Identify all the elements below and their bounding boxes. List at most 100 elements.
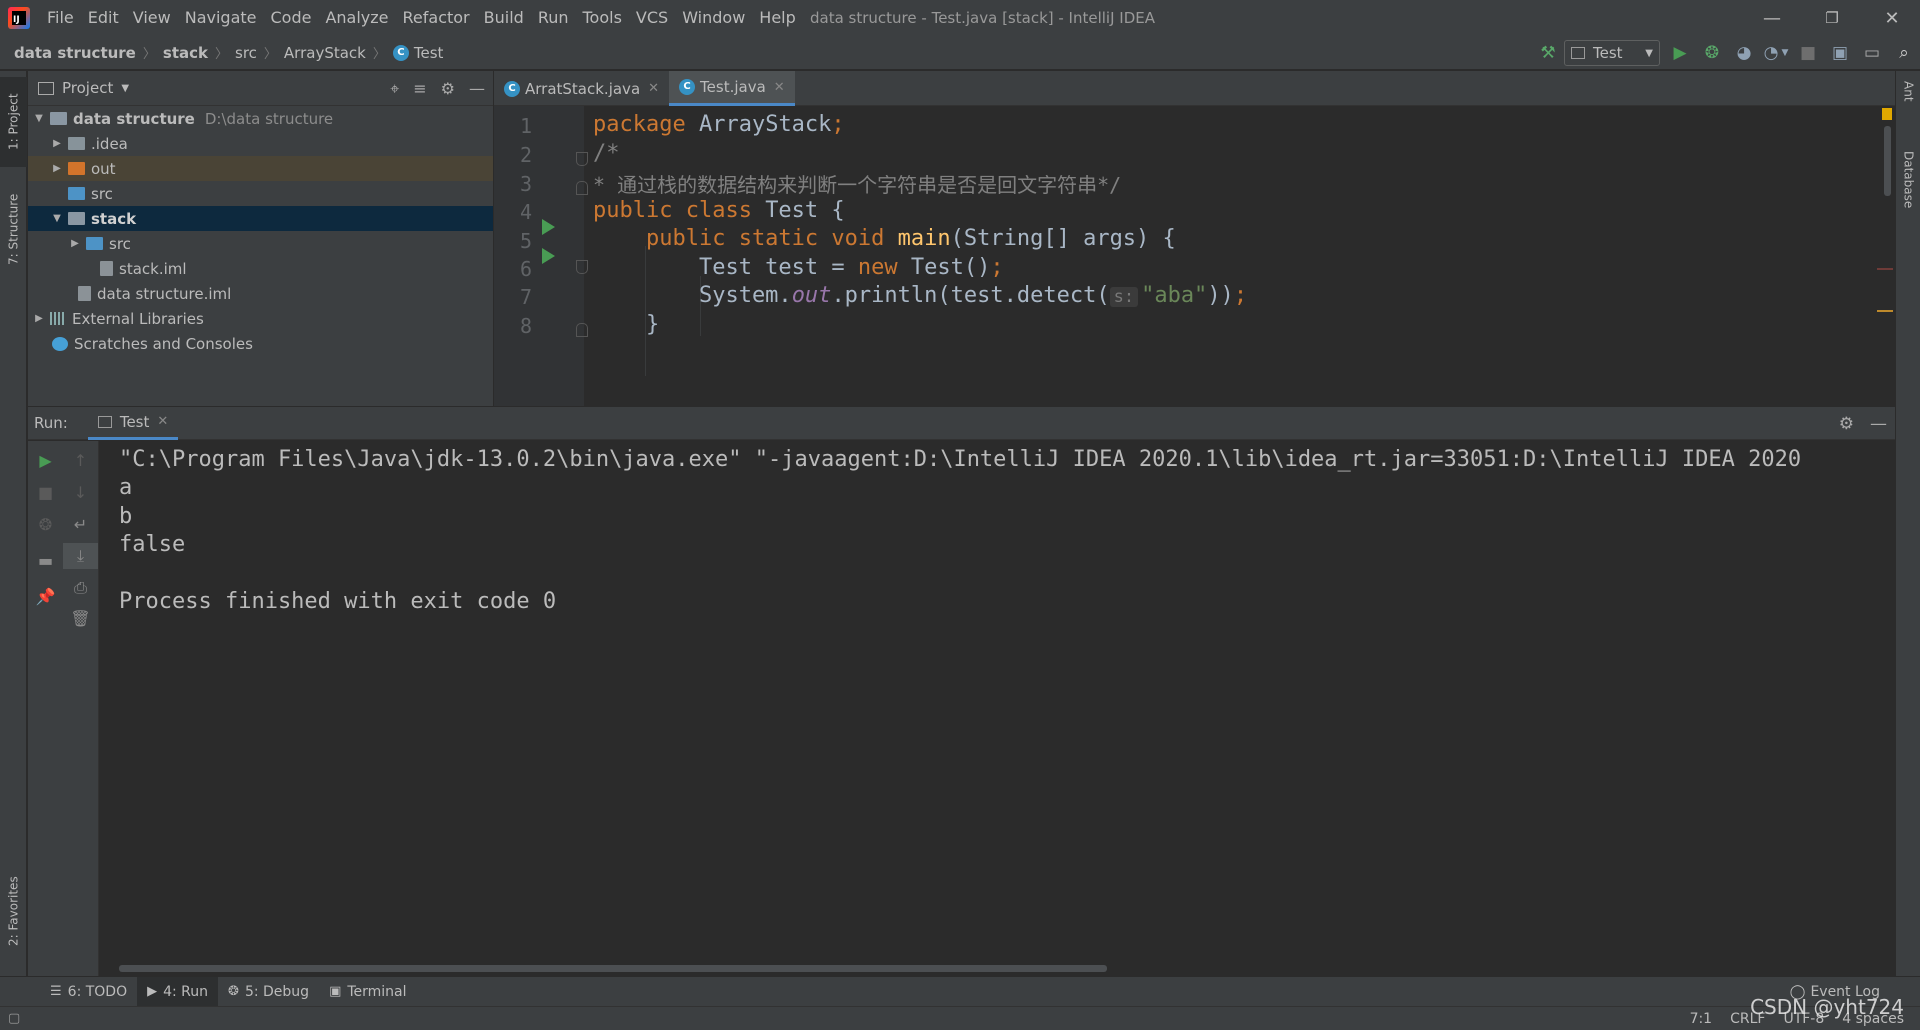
stop-icon[interactable]: ■: [1792, 36, 1824, 70]
tree-item-stack[interactable]: ▼ stack: [28, 206, 493, 231]
gear-icon[interactable]: ⚙: [441, 79, 455, 98]
console-output[interactable]: "C:\Program Files\Java\jdk-13.0.2\bin\ja…: [100, 441, 1895, 976]
tree-item-scratches[interactable]: Scratches and Consoles: [28, 331, 493, 356]
menu-refactor[interactable]: Refactor: [396, 0, 477, 36]
menu-window[interactable]: Window: [675, 0, 752, 36]
breadcrumb-package[interactable]: ArrayStack: [284, 44, 366, 62]
run-tab-test[interactable]: Test ✕: [87, 406, 179, 440]
up-arrow-icon[interactable]: ↑: [63, 447, 98, 473]
menu-tools[interactable]: Tools: [576, 0, 629, 36]
breadcrumb-module[interactable]: stack: [163, 44, 208, 62]
coverage-icon[interactable]: ◕: [1728, 36, 1760, 70]
breadcrumb-project[interactable]: data structure: [14, 44, 136, 62]
tool-tab-todo[interactable]: ☰ 6: TODO: [40, 977, 137, 1007]
close-icon[interactable]: ✕: [774, 80, 785, 95]
tool-tab-database[interactable]: Database: [1896, 151, 1920, 241]
collapse-all-icon[interactable]: ≡: [413, 79, 426, 98]
intellij-logo-icon[interactable]: IJ: [8, 7, 30, 29]
project-structure-icon[interactable]: ▣: [1824, 36, 1856, 70]
tool-tab-favorites[interactable]: 2: Favorites: [0, 861, 27, 961]
menu-navigate[interactable]: Navigate: [178, 0, 264, 36]
gear-icon[interactable]: ⚙: [1839, 414, 1854, 434]
tree-item-stack-src[interactable]: ▶ src: [28, 231, 493, 256]
run-main-gutter-icon[interactable]: [542, 248, 555, 264]
close-icon[interactable]: ✕: [648, 81, 659, 96]
tree-item-stack-iml[interactable]: stack.iml: [28, 256, 493, 281]
trash-icon[interactable]: 🗑: [63, 605, 98, 631]
warning-indicator-icon[interactable]: [1882, 108, 1892, 120]
hide-icon[interactable]: —: [1870, 414, 1887, 434]
close-icon[interactable]: ✕: [1864, 0, 1920, 36]
editor-scrollbar[interactable]: [1877, 106, 1895, 406]
code-line-1: package ArrayStack;: [593, 112, 845, 137]
fold-icon[interactable]: [576, 181, 588, 195]
tool-tab-debug[interactable]: ❂ 5: Debug: [218, 977, 319, 1007]
minimize-icon[interactable]: —: [1744, 0, 1800, 36]
tree-item-out[interactable]: ▶ out: [28, 156, 493, 181]
fold-icon[interactable]: [576, 152, 588, 166]
tool-tab-project[interactable]: 1: Project: [0, 77, 27, 167]
close-icon[interactable]: ✕: [157, 414, 168, 429]
scrollbar-thumb[interactable]: [1884, 126, 1891, 196]
debug-icon[interactable]: ❂: [1696, 36, 1728, 70]
stop-icon[interactable]: ■: [28, 479, 63, 505]
run-icon[interactable]: ▶: [1664, 36, 1696, 70]
build-hammer-icon[interactable]: ⚒: [1532, 36, 1564, 70]
menu-help[interactable]: Help: [752, 0, 802, 36]
menu-build[interactable]: Build: [477, 0, 531, 36]
error-stripe[interactable]: [1877, 268, 1893, 270]
warning-stripe[interactable]: [1877, 310, 1893, 312]
tree-item-data-structure-iml[interactable]: data structure.iml: [28, 281, 493, 306]
menu-view[interactable]: View: [126, 0, 178, 36]
collapse-arrow-icon[interactable]: ▶: [68, 238, 82, 249]
profile-icon[interactable]: ◔ ▼: [1760, 36, 1792, 70]
menu-edit[interactable]: Edit: [81, 0, 126, 36]
restore-layout-icon[interactable]: ▬: [28, 547, 63, 573]
menu-file[interactable]: File: [40, 0, 81, 36]
code-editor[interactable]: 1 2 3 4 5 6 7 8 package ArrayStack; /* *…: [494, 106, 1895, 406]
run-class-gutter-icon[interactable]: [542, 219, 555, 235]
tree-item-data-structure[interactable]: ▼ data structure D:\data structure: [28, 106, 493, 131]
tree-item-src[interactable]: src: [28, 181, 493, 206]
collapse-arrow-icon[interactable]: ▶: [50, 138, 64, 149]
caret-down-icon[interactable]: ▼: [121, 83, 129, 94]
breadcrumb-class[interactable]: Test: [414, 44, 444, 62]
toggle-tool-windows-icon[interactable]: ▢: [8, 1011, 20, 1026]
collapse-arrow-icon[interactable]: ▶: [32, 313, 46, 324]
tree-item-idea[interactable]: ▶ .idea: [28, 131, 493, 156]
tool-tab-terminal[interactable]: ▣ Terminal: [319, 977, 416, 1007]
search-icon[interactable]: ⌕: [1888, 36, 1920, 70]
project-panel-title[interactable]: Project: [62, 79, 113, 97]
horizontal-scrollbar[interactable]: [119, 965, 1107, 972]
expand-arrow-icon[interactable]: ▼: [32, 113, 46, 124]
locate-icon[interactable]: ⌖: [390, 79, 399, 99]
expand-arrow-icon[interactable]: ▼: [50, 213, 64, 224]
caret-position[interactable]: 7:1: [1690, 1011, 1713, 1027]
menu-analyze[interactable]: Analyze: [318, 0, 395, 36]
soft-wrap-icon[interactable]: ↵: [63, 511, 98, 537]
fold-icon[interactable]: [576, 260, 588, 274]
tab-test-java[interactable]: C Test.java ✕: [669, 71, 795, 106]
menu-code[interactable]: Code: [264, 0, 319, 36]
menu-run[interactable]: Run: [531, 0, 576, 36]
pin-icon[interactable]: 📌: [28, 583, 63, 609]
run-config-select[interactable]: Test ▼: [1564, 40, 1660, 66]
restore-icon[interactable]: ❐: [1804, 0, 1860, 36]
breadcrumb-src[interactable]: src: [235, 44, 257, 62]
hide-icon[interactable]: —: [469, 79, 485, 98]
menu-vcs[interactable]: VCS: [629, 0, 675, 36]
fold-icon[interactable]: [576, 323, 588, 337]
layout-icon[interactable]: ▭: [1856, 36, 1888, 70]
down-arrow-icon[interactable]: ↓: [63, 479, 98, 505]
collapse-arrow-icon[interactable]: ▶: [50, 163, 64, 174]
tool-tab-structure[interactable]: 7: Structure: [0, 179, 27, 279]
tree-item-external-libraries[interactable]: ▶ External Libraries: [28, 306, 493, 331]
scroll-to-end-icon[interactable]: ⤓: [63, 543, 98, 569]
rerun-icon[interactable]: ▶: [28, 447, 63, 473]
tab-arratstack-java[interactable]: C ArratStack.java ✕: [494, 71, 669, 106]
print-icon[interactable]: ⎙: [63, 575, 98, 601]
left-tool-strip: 1: Project 7: Structure 2: Favorites: [0, 71, 27, 976]
debug-icon[interactable]: ❂: [28, 511, 63, 537]
tool-tab-ant[interactable]: Ant: [1896, 81, 1920, 131]
tool-tab-run[interactable]: ▶ 4: Run: [137, 976, 219, 1007]
